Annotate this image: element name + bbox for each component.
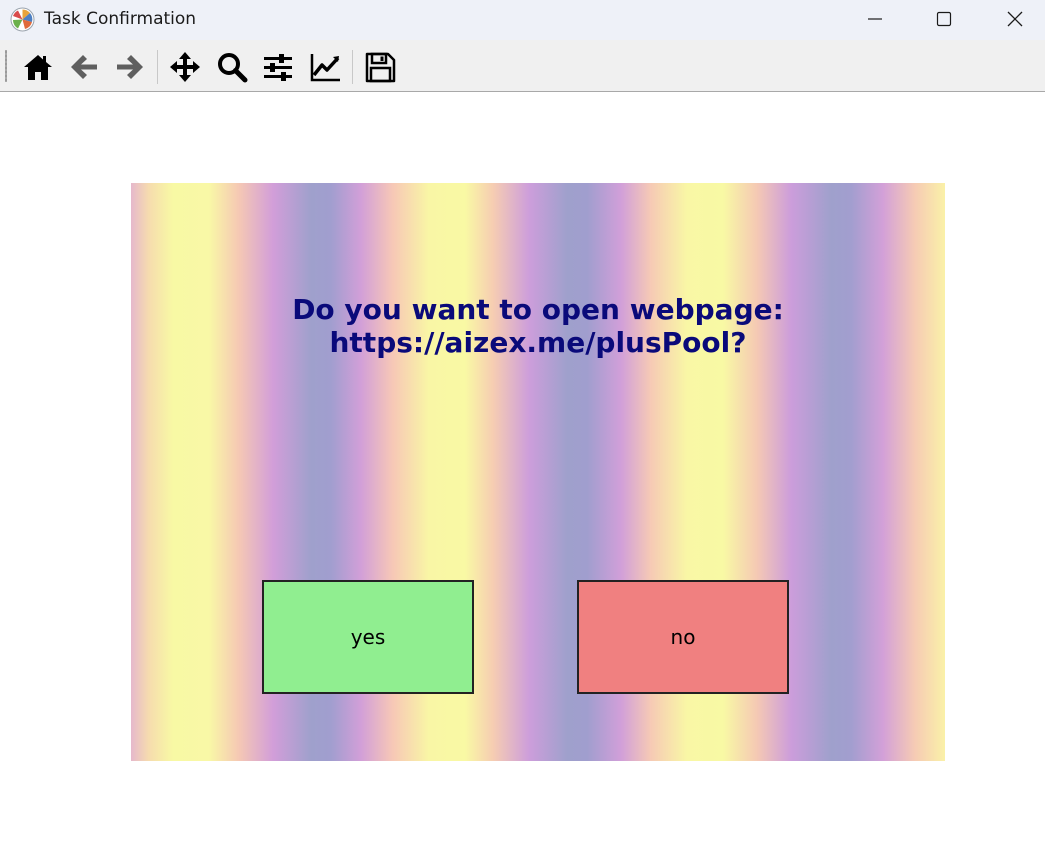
yes-button[interactable]: yes [262, 580, 474, 694]
pan-button[interactable] [168, 50, 202, 84]
back-button[interactable] [67, 50, 101, 84]
maximize-button[interactable] [921, 0, 967, 40]
question-url: https://aizex.me/plusPool? [329, 326, 747, 359]
close-icon [1007, 11, 1023, 27]
yes-button-label: yes [350, 625, 386, 649]
sliders-icon [264, 54, 292, 81]
toolbar-grip[interactable] [5, 50, 7, 82]
magnifier-icon [218, 53, 248, 83]
no-button-label: no [670, 625, 696, 649]
close-button[interactable] [992, 0, 1038, 40]
window-title: Task Confirmation [44, 9, 197, 29]
home-button[interactable] [21, 50, 55, 84]
minimize-button[interactable] [852, 0, 898, 40]
arrow-left-icon [71, 55, 97, 79]
no-button[interactable]: no [577, 580, 789, 694]
title-bar: Task Confirmation [0, 0, 1045, 40]
navigation-toolbar [0, 40, 1045, 92]
floppy-disk-icon [365, 52, 396, 83]
zoom-button[interactable] [215, 50, 249, 84]
maximize-icon [936, 11, 952, 27]
arrow-right-icon [117, 55, 143, 79]
forward-button[interactable] [113, 50, 147, 84]
toolbar-separator [352, 50, 353, 84]
minimize-icon [868, 18, 882, 20]
save-button[interactable] [363, 50, 397, 84]
home-icon [24, 55, 52, 80]
confirmation-question: Do you want to open webpage: https://aiz… [131, 293, 945, 359]
edit-axis-button[interactable] [308, 50, 342, 84]
move-arrows-icon [170, 52, 200, 82]
figure-canvas: Do you want to open webpage: https://aiz… [131, 183, 945, 761]
matplotlib-logo-icon [10, 7, 35, 32]
line-chart-icon [310, 54, 340, 82]
configure-subplots-button[interactable] [261, 50, 295, 84]
question-line-1: Do you want to open webpage: [292, 293, 784, 326]
toolbar-separator [157, 50, 158, 84]
